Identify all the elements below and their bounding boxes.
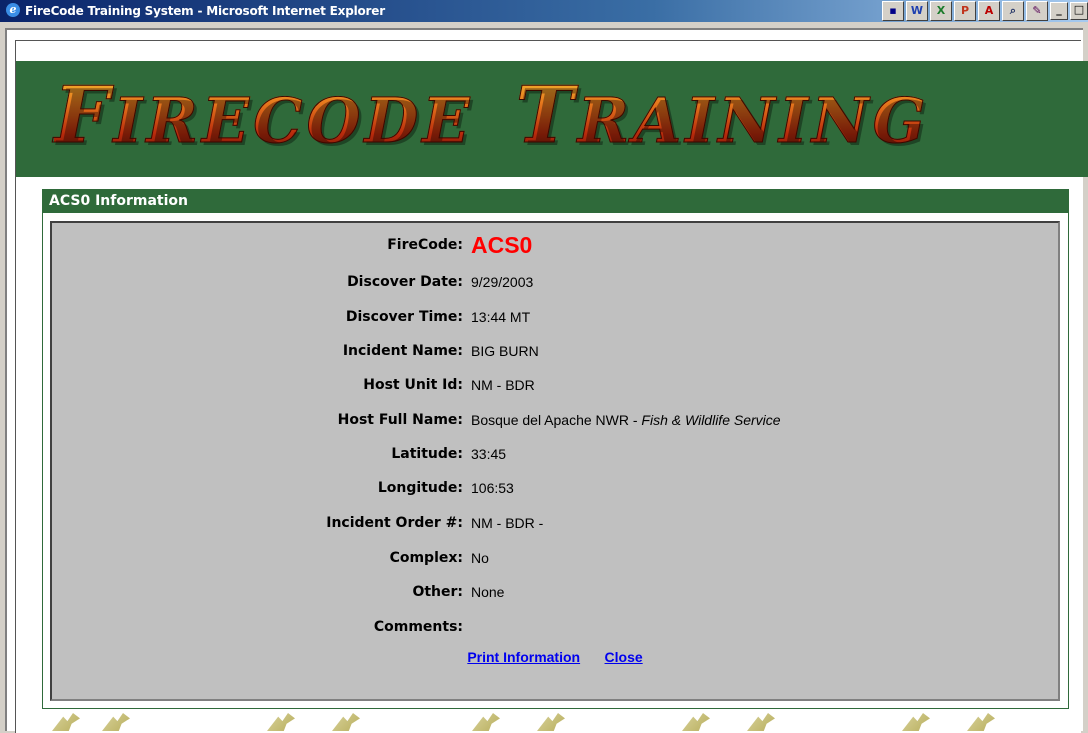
field-value: 9/29/2003 — [471, 274, 534, 290]
info-box: FireCode: ACS0 Discover Date: 9/29/2003 … — [50, 221, 1060, 701]
decorative-mark-icon — [472, 713, 500, 731]
field-row-longitude: Longitude: 106:53 — [52, 476, 1058, 500]
field-label: FireCode: — [387, 237, 463, 253]
field-value: 106:53 — [471, 480, 514, 496]
field-label: Longitude: — [377, 480, 463, 496]
pen-icon[interactable]: ✎ — [1026, 1, 1048, 21]
minimize-button[interactable]: _ — [1050, 2, 1068, 20]
decorative-mark-icon — [52, 713, 80, 731]
decorative-mark-icon — [102, 713, 130, 731]
field-row-latitude: Latitude: 33:45 — [52, 442, 1058, 466]
field-label: Host Unit Id: — [363, 377, 463, 393]
logo-word-rest: IRECODE — [113, 84, 474, 158]
field-label: Incident Order #: — [326, 515, 463, 531]
acrobat-icon[interactable]: A — [978, 1, 1000, 21]
field-value: None — [471, 584, 505, 600]
print-information-link[interactable]: Print Information — [467, 649, 580, 665]
decorative-mark-icon — [537, 713, 565, 731]
host-name-text: Bosque del Apache NWR - — [471, 412, 642, 428]
action-links: Print Information Close — [52, 649, 1058, 666]
field-row-discover-date: Discover Date: 9/29/2003 — [52, 270, 1058, 294]
logo-initial: T — [515, 70, 578, 161]
decorative-mark-icon — [332, 713, 360, 731]
firecode-value: ACS0 — [471, 232, 533, 258]
field-label: Comments: — [373, 619, 463, 635]
field-row-other: Other: None — [52, 580, 1058, 604]
decorative-mark-icon — [902, 713, 930, 731]
field-label: Other: — [412, 584, 463, 600]
field-value: BIG BURN — [471, 343, 539, 359]
field-row-firecode: FireCode: ACS0 — [52, 232, 1058, 258]
logo-initial: F — [53, 70, 114, 161]
field-row-incident-order: Incident Order #: NM - BDR - — [52, 511, 1058, 535]
powerpoint-icon[interactable]: P — [954, 1, 976, 21]
info-panel: ACS0 Information FireCode: ACS0 Discover… — [42, 189, 1069, 709]
close-link[interactable]: Close — [605, 649, 643, 665]
field-label: Latitude: — [391, 446, 463, 462]
field-row-complex: Complex: No — [52, 546, 1058, 570]
field-row-incident-name: Incident Name: BIG BURN — [52, 339, 1058, 363]
panel-title: ACS0 Information — [43, 190, 1068, 213]
field-label: Discover Date: — [347, 274, 463, 290]
field-row-host-full-name: Host Full Name: Bosque del Apache NWR - … — [52, 408, 1058, 432]
field-value: Bosque del Apache NWR - Fish & Wildlife … — [471, 412, 781, 428]
window-title-bar: e FireCode Training System - Microsoft I… — [0, 0, 1088, 22]
decorative-mark-icon — [682, 713, 710, 731]
field-row-host-unit-id: Host Unit Id: NM - BDR — [52, 373, 1058, 397]
excel-icon[interactable]: X — [930, 1, 952, 21]
decorative-mark-icon — [967, 713, 995, 731]
internet-explorer-icon[interactable]: e — [6, 3, 20, 17]
field-value: 13:44 MT — [471, 309, 531, 325]
decorative-mark-icon — [267, 713, 295, 731]
field-value: NM - BDR — [471, 377, 535, 393]
logo-word-rest: RAINING — [577, 84, 930, 158]
app-icon[interactable]: ▪ — [882, 1, 904, 21]
word-icon[interactable]: W — [906, 1, 928, 21]
search-doc-icon[interactable]: ⌕ — [1002, 1, 1024, 21]
firecode-training-logo: FIRECODE TRAINING — [53, 70, 930, 161]
field-value: NM - BDR - — [471, 515, 544, 531]
field-label: Discover Time: — [345, 309, 463, 325]
field-row-comments: Comments: — [52, 615, 1058, 639]
field-label: Host Full Name: — [337, 412, 463, 428]
field-row-discover-time: Discover Time: 13:44 MT — [52, 305, 1058, 329]
decorative-footer-strip — [42, 711, 1069, 731]
site-banner: FIRECODE TRAINING — [16, 61, 1088, 177]
field-label: Incident Name: — [342, 343, 463, 359]
window-title: FireCode Training System - Microsoft Int… — [25, 4, 385, 18]
maximize-button[interactable]: □ — [1070, 2, 1088, 20]
field-value: 33:45 — [471, 446, 507, 462]
decorative-mark-icon — [747, 713, 775, 731]
field-value: No — [471, 550, 489, 566]
field-label: Complex: — [389, 550, 463, 566]
host-agency-text: Fish & Wildlife Service — [641, 412, 781, 428]
toolbar-tray: ▪ W X P A ⌕ ✎ _ □ — [882, 0, 1088, 22]
